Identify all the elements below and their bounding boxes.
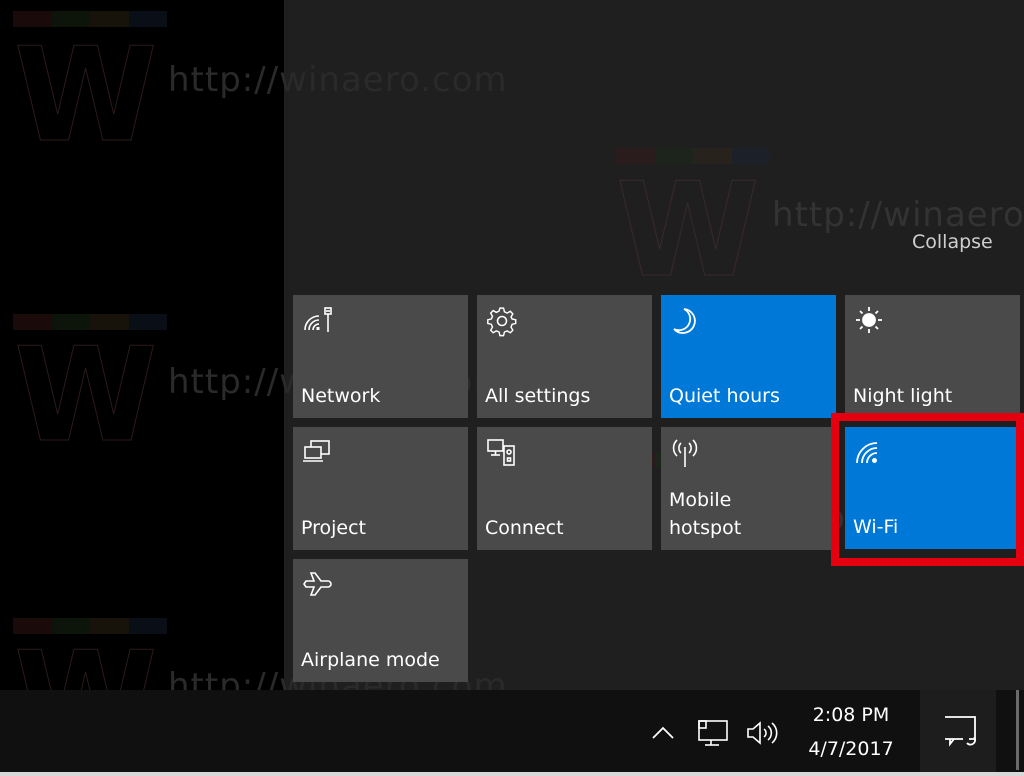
tile-label: Mobile hotspot xyxy=(669,486,741,542)
tile-night-light[interactable]: Night light xyxy=(845,295,1020,418)
volume-icon[interactable] xyxy=(742,690,782,776)
tile-wifi[interactable]: Wi-Fi xyxy=(845,427,1016,549)
chevron-up-icon[interactable] xyxy=(646,690,680,776)
moon-icon xyxy=(673,308,696,334)
project-icon xyxy=(303,440,330,462)
tile-label-line: Mobile xyxy=(669,489,732,511)
tile-label: Quiet hours xyxy=(669,385,780,407)
desktop-background xyxy=(0,0,284,690)
hotspot-icon xyxy=(672,439,698,467)
wifi-icon xyxy=(856,442,878,464)
clock-date: 4/7/2017 xyxy=(808,738,894,760)
tile-network[interactable]: Network xyxy=(293,295,468,418)
tile-label: Project xyxy=(301,517,367,539)
tile-all-settings[interactable]: All settings xyxy=(477,295,652,418)
tile-mobile-hotspot[interactable]: Mobile hotspot xyxy=(661,427,836,550)
airplane-icon xyxy=(303,572,332,596)
tile-label: All settings xyxy=(485,385,591,407)
network-wired-icon[interactable] xyxy=(692,690,732,776)
tile-label: Night light xyxy=(853,385,953,407)
sun-icon xyxy=(856,307,882,333)
gear-icon xyxy=(487,307,517,337)
connect-icon xyxy=(487,439,515,466)
tile-label: Airplane mode xyxy=(301,649,440,671)
action-center-button[interactable] xyxy=(920,690,996,772)
tile-label: Wi-Fi xyxy=(853,516,899,538)
action-center-icon xyxy=(945,716,976,747)
screen-edge xyxy=(0,772,1024,776)
tile-label: Connect xyxy=(485,517,564,539)
network-icon xyxy=(304,307,332,332)
collapse-button[interactable]: Collapse xyxy=(912,231,993,253)
tile-project[interactable]: Project xyxy=(293,427,468,550)
tile-connect[interactable]: Connect xyxy=(477,427,652,550)
clock-time: 2:08 PM xyxy=(812,704,890,726)
tile-quiet-hours[interactable]: Quiet hours xyxy=(661,295,836,418)
show-desktop-button[interactable] xyxy=(1016,690,1019,770)
tile-label-line: hotspot xyxy=(669,517,742,539)
taskbar: 2:08 PM 4/7/2017 xyxy=(0,690,1024,776)
clock[interactable]: 2:08 PM 4/7/2017 xyxy=(795,698,907,766)
tile-airplane-mode[interactable]: Airplane mode xyxy=(293,559,468,682)
tile-label: Network xyxy=(301,385,381,407)
